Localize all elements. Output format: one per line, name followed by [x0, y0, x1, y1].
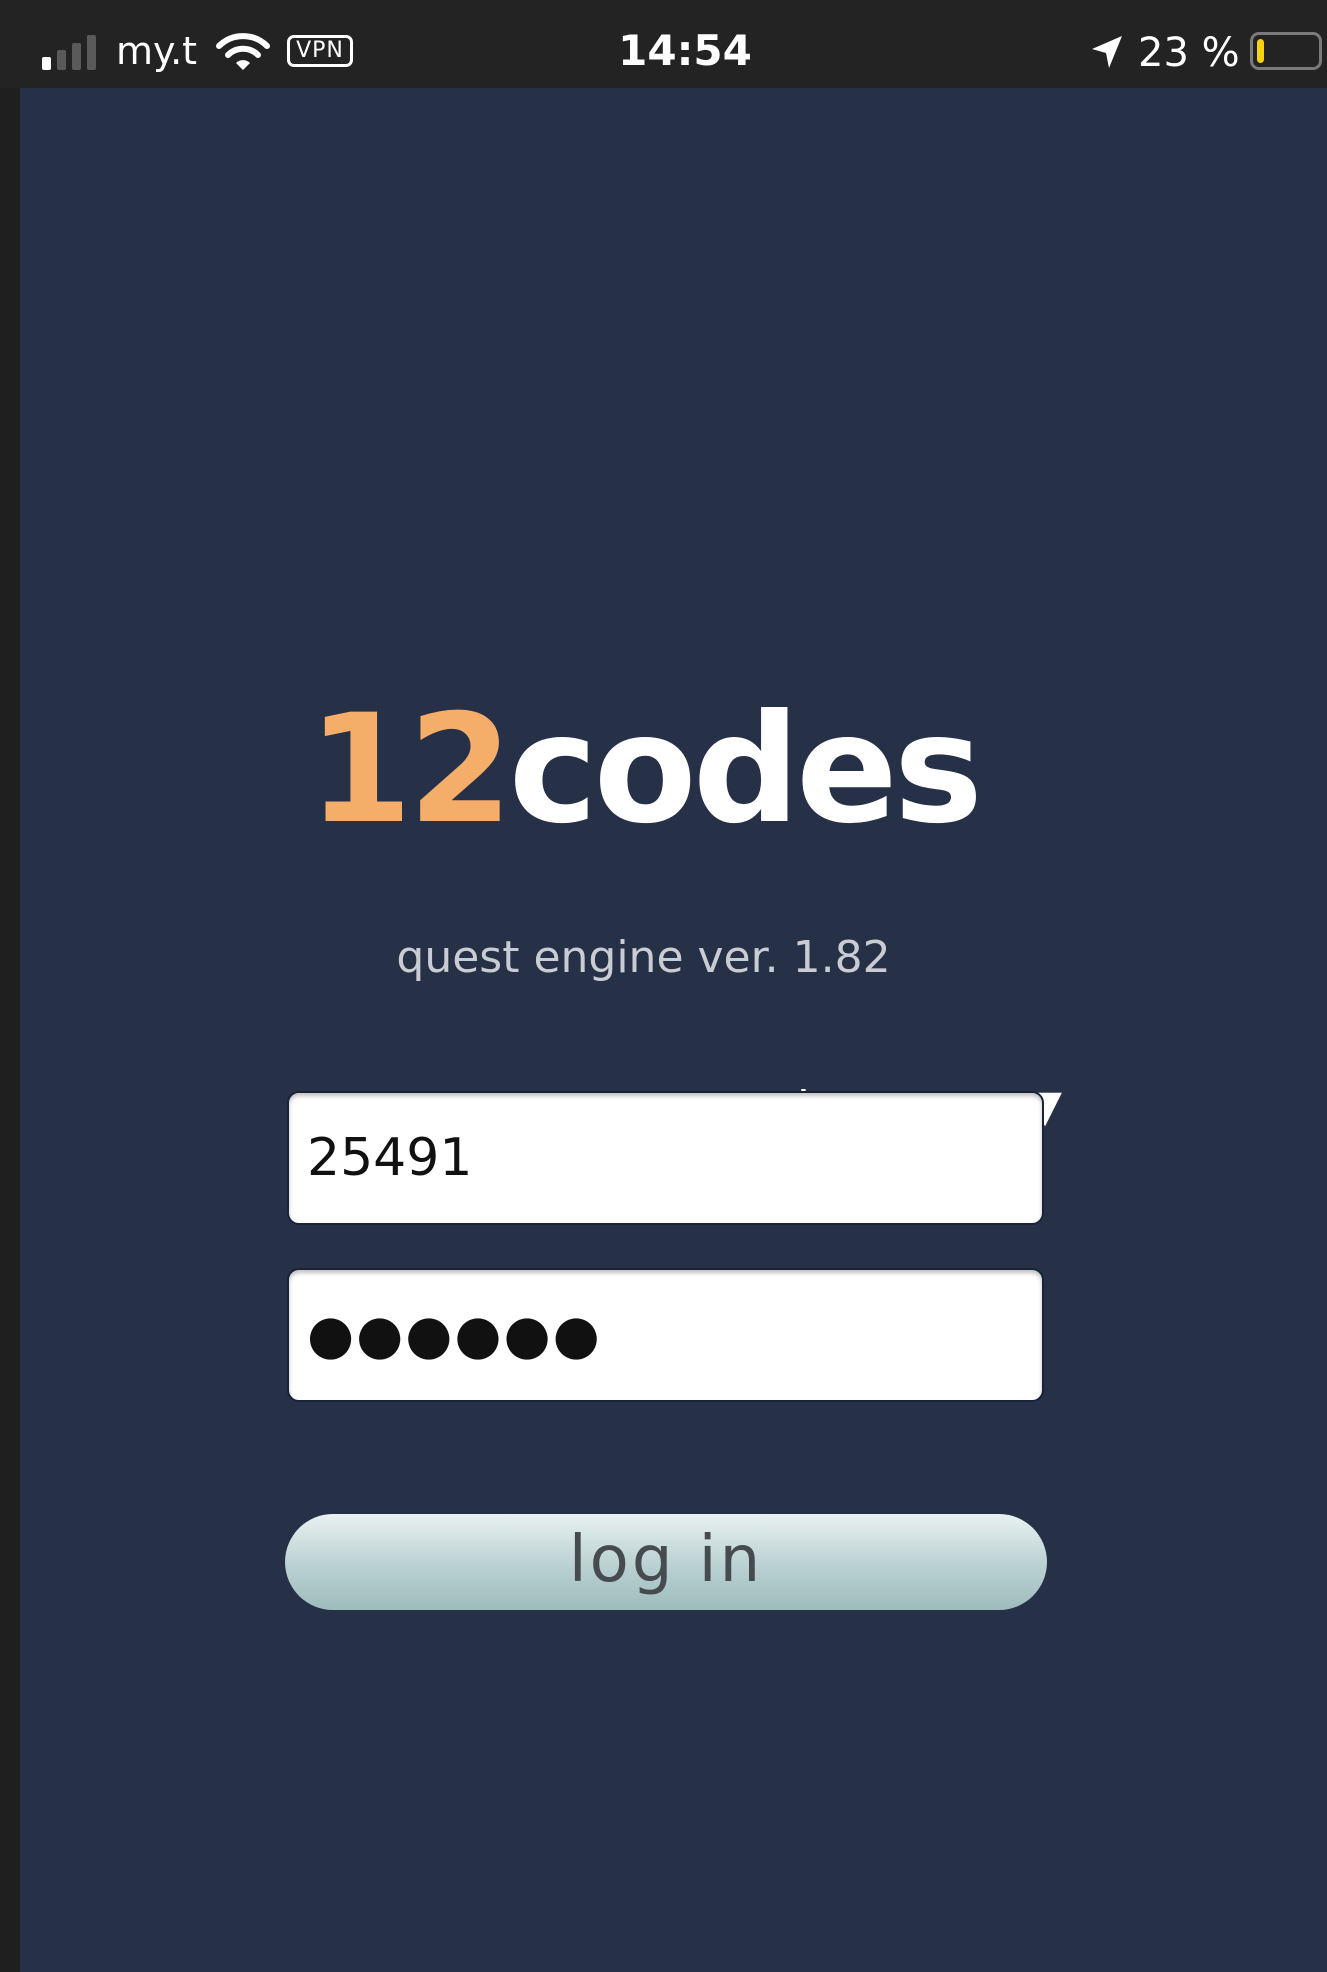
- clock: 14:54: [618, 26, 752, 75]
- app-logo: 12codes: [0, 680, 1307, 860]
- vpn-badge: VPN: [287, 35, 353, 67]
- logo-word: codes: [508, 683, 983, 857]
- wifi-icon: [216, 33, 270, 70]
- signal-strength-icon: [42, 34, 102, 70]
- version-text: quest engine ver. 1.82: [396, 932, 891, 983]
- battery-icon: [1250, 32, 1322, 70]
- logo-number: 12: [307, 683, 513, 857]
- login-button[interactable]: log in: [285, 1514, 1047, 1610]
- password-input[interactable]: ●●●●●●: [287, 1268, 1044, 1402]
- username-input[interactable]: 25491: [287, 1091, 1044, 1225]
- battery-percent: 23 %: [1138, 30, 1240, 76]
- login-screen: [20, 88, 1327, 1972]
- battery-level: [1257, 39, 1264, 63]
- carrier-name: my.t: [116, 29, 198, 73]
- status-bar: my.t VPN 14:54 23 %: [0, 0, 1327, 88]
- phone-screen: my.t VPN 14:54 23 % 12codes quest engine…: [0, 0, 1327, 1972]
- location-arrow-icon: [1092, 36, 1122, 68]
